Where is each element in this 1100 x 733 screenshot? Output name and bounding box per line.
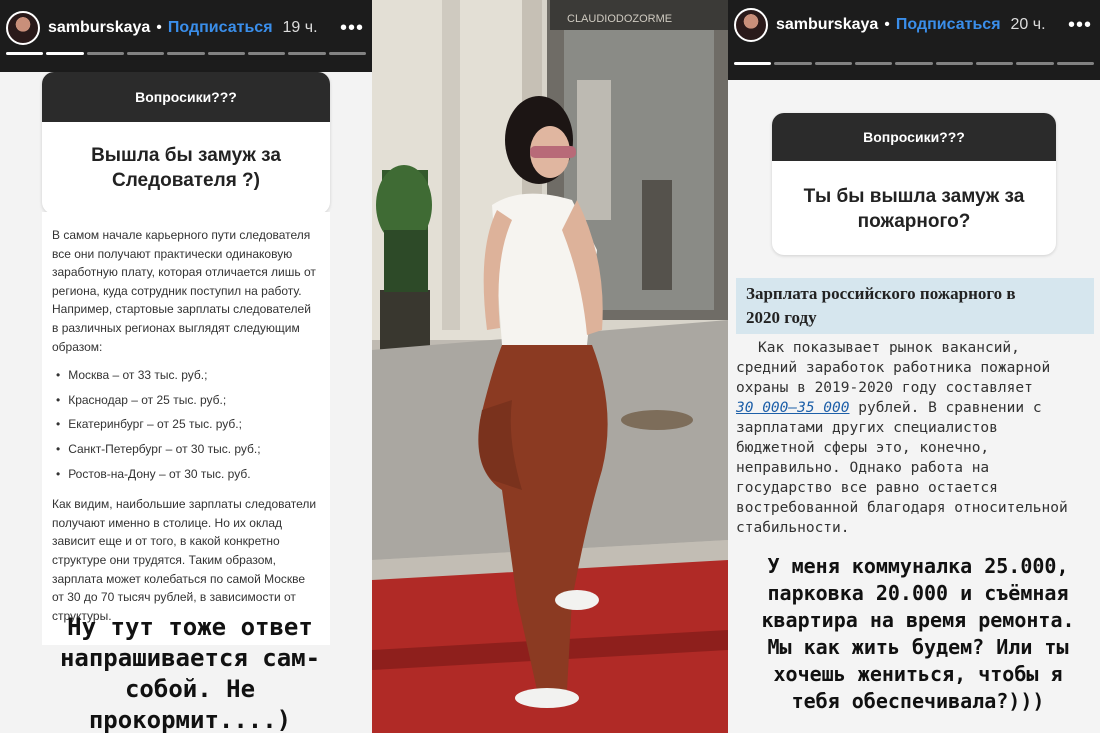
article-outro: Как видим, наибольшие зарплаты следовате…: [52, 497, 317, 623]
story-time: 20 ч.: [1010, 16, 1046, 33]
salary-link[interactable]: 30 000–35 000: [736, 400, 850, 416]
store-sign: CLAUDIODOZORME: [567, 13, 672, 25]
follow-button[interactable]: Подписаться: [896, 16, 1001, 34]
sticker-title: Вопросики???: [772, 113, 1056, 161]
more-options-icon[interactable]: •••: [340, 17, 364, 40]
question-sticker: Вопросики??? Ты бы вышла замуж за пожарн…: [772, 113, 1056, 255]
story-caption: У меня коммуналка 25.000, парковка 20.00…: [761, 554, 1075, 713]
article-body: Как показывает рынок вакансий, средний з…: [736, 340, 1068, 536]
more-options-icon[interactable]: •••: [1068, 14, 1092, 37]
article-heading: Зарплата российского пожарного в 2020 го…: [736, 278, 1094, 334]
username-label[interactable]: samburskaya: [776, 16, 878, 34]
sticker-question: Вышла бы замуж за Следователя ?): [91, 145, 281, 191]
list-item: Ростов-на-Дону – от 30 тыс. руб.: [56, 465, 320, 484]
story-time: 19 ч.: [282, 19, 318, 36]
story-panel-photo: CLAUDIODOZORME: [372, 0, 728, 733]
username-label[interactable]: samburskaya: [48, 19, 150, 37]
profile-avatar[interactable]: [6, 11, 40, 45]
street-photo: CLAUDIODOZORME: [372, 0, 728, 733]
follow-button[interactable]: Подписаться: [168, 19, 273, 37]
list-item: Москва – от 33 тыс. руб.;: [56, 366, 320, 385]
story-progress-bar: [6, 52, 366, 55]
story-header: samburskaya • Подписаться 19 ч. •••: [0, 0, 372, 56]
sticker-question: Ты бы вышла замуж за пожарного?: [803, 186, 1025, 232]
article-intro: В самом начале карьерного пути следовате…: [52, 228, 316, 354]
list-item: Краснодар – от 25 тыс. руб.;: [56, 391, 320, 410]
story-panel-left: samburskaya • Подписаться 19 ч. ••• Вопр…: [0, 0, 372, 733]
story-header: samburskaya • Подписаться 20 ч. •••: [728, 0, 1100, 50]
article-screenshot: В самом начале карьерного пути следовате…: [42, 212, 330, 646]
list-item: Санкт-Петербург – от 30 тыс. руб.;: [56, 440, 320, 459]
list-item: Екатеринбург – от 25 тыс. руб.;: [56, 415, 320, 434]
story-caption: Ну тут тоже ответ напрашивается сам- соб…: [59, 613, 321, 733]
profile-avatar[interactable]: [734, 8, 768, 42]
question-sticker: Вопросики??? Вышла бы замуж за Следовате…: [42, 72, 330, 214]
salary-list: Москва – от 33 тыс. руб.; Краснодар – от…: [56, 366, 320, 483]
story-progress-bar: [734, 62, 1094, 65]
sticker-title: Вопросики???: [42, 72, 330, 122]
